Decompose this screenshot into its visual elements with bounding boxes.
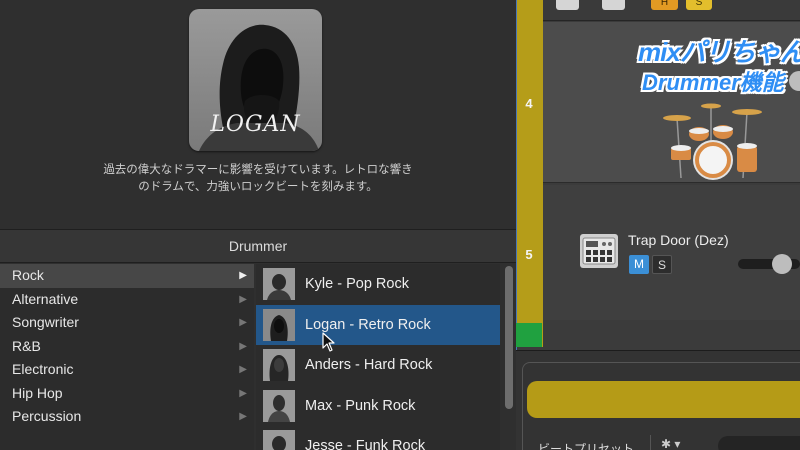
genre-item-alternative[interactable]: Alternative ▶ bbox=[0, 288, 254, 312]
editor-control[interactable] bbox=[718, 436, 800, 450]
drummer-description: 過去の偉大なドラマーに影響を受けています。レトロな響き のドラムで、力強いロック… bbox=[0, 162, 516, 196]
genre-label: Electronic bbox=[12, 361, 74, 377]
chevron-right-icon: ▶ bbox=[239, 387, 247, 399]
description-line-2: のドラムで、力強いロックビートを刻みます。 bbox=[138, 181, 378, 193]
logo-subtitle: Drummer機能 bbox=[642, 70, 784, 95]
drummer-name: Max - Punk Rock bbox=[305, 397, 416, 414]
track-row-4[interactable]: mixパリちゃん Drummer機能 bbox=[543, 22, 800, 183]
beat-preset-label: ビートプリセット bbox=[538, 442, 635, 450]
genre-label: Hip Hop bbox=[12, 384, 63, 401]
genre-item-electronic[interactable]: Electronic ▶ bbox=[0, 358, 254, 382]
genre-list: Rock ▶ Alternative ▶ Songwriter ▶ R&B ▶ … bbox=[0, 264, 254, 450]
gear-menu-button[interactable]: ✱ ▾ bbox=[650, 435, 694, 450]
drummer-avatar bbox=[263, 389, 295, 422]
drummer-avatar bbox=[263, 430, 295, 450]
genre-item-percussion[interactable]: Percussion ▶ bbox=[0, 405, 254, 429]
genre-item-songwriter[interactable]: Songwriter ▶ bbox=[0, 311, 254, 335]
track-row-top: H S bbox=[543, 0, 800, 21]
genre-label: Rock bbox=[12, 267, 44, 283]
drummer-artwork: LOGAN bbox=[189, 9, 322, 151]
drummer-avatar bbox=[263, 268, 295, 300]
drummer-name: Jesse - Funk Rock bbox=[305, 438, 426, 450]
chevron-right-icon: ▶ bbox=[239, 340, 247, 352]
chevron-right-icon: ▶ bbox=[239, 411, 247, 422]
chevron-right-icon: ▶ bbox=[239, 364, 247, 375]
drummer-item-kyle[interactable]: Kyle - Pop Rock bbox=[256, 264, 500, 305]
artist-signature: LOGAN bbox=[210, 112, 301, 137]
drummer-item-anders[interactable]: Anders - Hard Rock bbox=[256, 345, 500, 386]
drummer-item-max[interactable]: Max - Punk Rock bbox=[256, 386, 500, 427]
genre-item-hip-hop[interactable]: Hip Hop ▶ bbox=[0, 382, 254, 406]
scrollbar-thumb[interactable] bbox=[505, 266, 513, 409]
drummer-avatar bbox=[263, 308, 295, 341]
track-number-column bbox=[517, 0, 543, 347]
genre-label: R&B bbox=[12, 337, 41, 354]
drummer-list-scrollbar[interactable] bbox=[505, 266, 514, 450]
solo-button-top[interactable]: S bbox=[686, 0, 712, 10]
channel-logo: mixパリちゃん Drummer機能 bbox=[638, 32, 800, 100]
genre-label: Percussion bbox=[12, 408, 82, 424]
genre-item-rock[interactable]: Rock ▶ bbox=[0, 264, 254, 288]
chevron-right-icon: ▶ bbox=[239, 270, 247, 281]
volume-slider-knob[interactable] bbox=[772, 254, 792, 274]
top-button-2[interactable] bbox=[602, 0, 625, 10]
drummer-name: Kyle - Pop Rock bbox=[305, 276, 409, 292]
editor-region-bar[interactable] bbox=[527, 381, 800, 418]
track-color-strip bbox=[516, 323, 542, 347]
library-header: Drummer bbox=[0, 229, 516, 263]
drum-kit-icon bbox=[663, 103, 762, 180]
track-number-4: 4 bbox=[525, 96, 533, 111]
drum-machine-icon[interactable] bbox=[580, 234, 618, 268]
solo-button[interactable]: S bbox=[652, 255, 672, 274]
track-name: Trap Door (Dez) bbox=[628, 232, 729, 248]
genre-item-rnb[interactable]: R&B ▶ bbox=[0, 335, 254, 359]
genre-label: Songwriter bbox=[12, 314, 79, 330]
logo-title: mixパリちゃん bbox=[638, 37, 800, 67]
chevron-right-icon: ▶ bbox=[239, 293, 247, 305]
track-number-5: 5 bbox=[525, 247, 533, 262]
chevron-right-icon: ▶ bbox=[239, 317, 247, 328]
mute-button[interactable]: M bbox=[629, 255, 649, 274]
headphones-button[interactable]: H bbox=[651, 0, 678, 10]
top-button-1[interactable] bbox=[556, 0, 579, 10]
drummer-item-logan[interactable]: Logan - Retro Rock bbox=[256, 304, 500, 345]
library-pane: LOGAN 過去の偉大なドラマーに影響を受けています。レトロな響き のドラムで、… bbox=[0, 0, 516, 450]
drummer-list: Kyle - Pop Rock Logan - Retro Rock Ander… bbox=[256, 264, 500, 450]
description-line-1: 過去の偉大なドラマーに影響を受けています。レトロな響き bbox=[103, 164, 413, 176]
genre-label: Alternative bbox=[12, 290, 79, 307]
drummer-avatar bbox=[263, 349, 295, 381]
drummer-item-jesse[interactable]: Jesse - Funk Rock bbox=[256, 426, 500, 450]
mouse-pointer-icon bbox=[322, 332, 335, 352]
